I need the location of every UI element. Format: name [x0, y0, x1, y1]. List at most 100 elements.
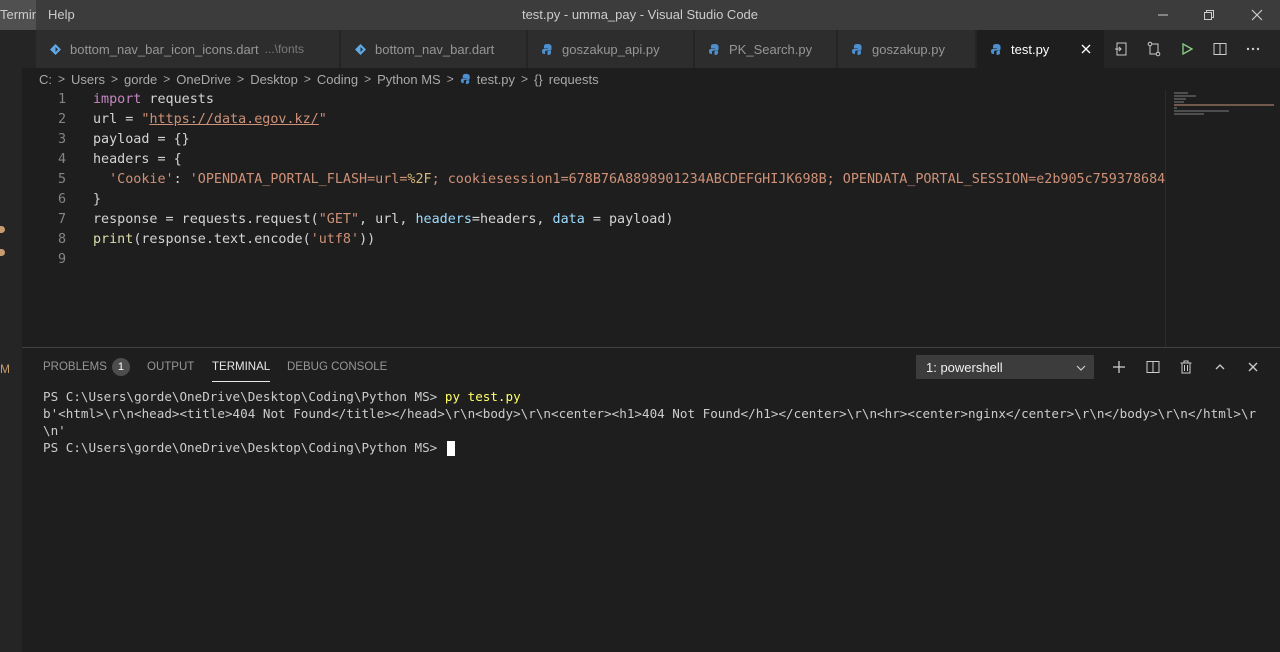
window-title: test.py - umma_pay - Visual Studio Code [521, 7, 759, 22]
chevron-right-icon: > [163, 72, 171, 86]
menu-terminal[interactable]: Terminal [0, 0, 36, 30]
tab-problems[interactable]: PROBLEMS 1 [43, 348, 130, 384]
line-number: 1 [57, 92, 66, 107]
code-lines: import requests url = "https://data.egov… [93, 90, 1165, 270]
breadcrumb-symbol[interactable]: requests [549, 72, 599, 87]
minimap-line [1174, 113, 1204, 115]
minimap-line [1174, 107, 1177, 109]
code-line: 'Cookie': 'OPENDATA_PORTAL_FLASH=url=%2F… [109, 172, 1165, 187]
close-panel-button[interactable] [1242, 356, 1264, 378]
tab-bottom-nav-bar[interactable]: bottom_nav_bar.dart [341, 30, 527, 68]
minimap-line [1174, 104, 1274, 106]
code-line: } [93, 192, 102, 207]
breadcrumb-item[interactable]: C: [39, 72, 52, 87]
breadcrumb-item[interactable]: Python MS [377, 72, 441, 87]
code-line: headers = { [93, 152, 182, 167]
code-line: response = requests.request("GET", url, … [93, 212, 674, 227]
minimap-line [1174, 101, 1184, 103]
tab-pk-search[interactable]: PK_Search.py [695, 30, 837, 68]
code-line: url = "https://data.egov.kz/" [93, 112, 327, 127]
tab-output[interactable]: OUTPUT [147, 348, 194, 384]
close-icon [1251, 9, 1263, 21]
terminal-line: PS C:\Users\gorde\OneDrive\Desktop\Codin… [43, 439, 1263, 456]
chevron-right-icon: > [521, 72, 529, 86]
source-control-button[interactable] [1143, 38, 1165, 60]
breadcrumb-item[interactable]: OneDrive [176, 72, 231, 87]
split-editor-button[interactable] [1209, 38, 1231, 60]
tab-test-py[interactable]: test.py [977, 30, 1105, 68]
chevron-right-icon: > [446, 72, 454, 86]
line-number: 8 [57, 232, 66, 247]
kill-terminal-button[interactable] [1175, 356, 1197, 378]
tab-close-button[interactable] [1078, 41, 1094, 57]
tab-description: ...\fonts [264, 42, 304, 56]
breadcrumb-item[interactable]: gorde [124, 72, 157, 87]
trash-icon [1180, 360, 1192, 374]
minimap[interactable] [1165, 90, 1280, 347]
bottom-panel: PROBLEMS 1 OUTPUT TERMINAL DEBUG CONSOLE … [22, 347, 1280, 652]
python-icon [460, 73, 472, 85]
tab-bottom-nav-bar-icon-icons[interactable]: bottom_nav_bar_icon_icons.dart ...\fonts [36, 30, 340, 68]
editor-tab-bar: bottom_nav_bar_icon_icons.dart ...\fonts… [22, 30, 1280, 68]
terminal-line: PS C:\Users\gorde\OneDrive\Desktop\Codin… [43, 389, 521, 404]
chevron-right-icon: > [364, 72, 372, 86]
terminal-cursor [446, 441, 455, 456]
dart-icon [48, 42, 62, 56]
minimize-button[interactable] [1140, 0, 1186, 30]
terminal-output[interactable]: PS C:\Users\gorde\OneDrive\Desktop\Codin… [43, 388, 1263, 456]
tab-label: goszakup_api.py [562, 41, 660, 57]
plus-icon [1113, 361, 1125, 373]
compare-icon [1147, 41, 1161, 57]
tab-goszakup[interactable]: goszakup.py [838, 30, 976, 68]
dart-icon [353, 42, 367, 56]
new-terminal-button[interactable] [1108, 356, 1130, 378]
minimap-line [1174, 110, 1229, 112]
breadcrumb-item[interactable]: Users [71, 72, 105, 87]
tab-label: PK_Search.py [729, 41, 813, 57]
line-number: 6 [57, 192, 66, 207]
close-icon [1081, 44, 1091, 54]
breadcrumb-item[interactable]: Desktop [250, 72, 298, 87]
chevron-down-icon [1075, 356, 1087, 388]
chevron-right-icon: > [58, 72, 66, 86]
line-number: 2 [57, 112, 66, 127]
tab-terminal[interactable]: TERMINAL [212, 351, 271, 382]
line-number-gutter: 1 2 3 4 5 6 7 8 9 [22, 90, 72, 270]
url-link[interactable]: https://data.egov.kz/ [149, 112, 318, 127]
split-icon [1146, 361, 1160, 373]
code-line: import requests [93, 92, 214, 107]
line-number: 4 [57, 152, 66, 167]
title-bar: Terminal Help test.py - umma_pay - Visua… [0, 0, 1280, 30]
open-changes-button[interactable] [1110, 38, 1132, 60]
open-file-icon [1115, 42, 1127, 56]
minimap-line [1174, 98, 1186, 100]
more-actions-button[interactable] [1242, 38, 1264, 60]
ellipsis-icon [1246, 47, 1260, 51]
line-number: 7 [57, 212, 66, 227]
activity-bar [0, 30, 22, 652]
tab-label: bottom_nav_bar_icon_icons.dart [70, 41, 259, 57]
tab-debug-console[interactable]: DEBUG CONSOLE [287, 348, 387, 384]
menu-help[interactable]: Help [48, 0, 75, 30]
maximize-panel-button[interactable] [1209, 356, 1231, 378]
terminal-command: py test.py [444, 389, 521, 404]
tab-goszakup-api[interactable]: goszakup_api.py [528, 30, 694, 68]
terminal-select[interactable]: 1: powershell [916, 355, 1094, 379]
run-button[interactable] [1176, 38, 1198, 60]
split-terminal-button[interactable] [1142, 356, 1164, 378]
status-dot-icon [0, 226, 5, 233]
breadcrumb-item[interactable]: Coding [317, 72, 358, 87]
activity-marker: M [0, 362, 10, 376]
code-line: print(response.text.encode('utf8')) [93, 232, 376, 247]
code-editor[interactable]: 1 2 3 4 5 6 7 8 9 import requests url = … [22, 90, 1165, 347]
restore-button[interactable] [1186, 0, 1232, 30]
chevron-right-icon: > [110, 72, 118, 86]
minimap-line [1174, 92, 1188, 94]
line-number: 3 [57, 132, 66, 147]
python-icon [989, 42, 1003, 56]
chevron-right-icon: > [303, 72, 311, 86]
breadcrumb-file[interactable]: test.py [477, 72, 515, 87]
close-window-button[interactable] [1234, 0, 1280, 30]
python-icon [707, 42, 721, 56]
